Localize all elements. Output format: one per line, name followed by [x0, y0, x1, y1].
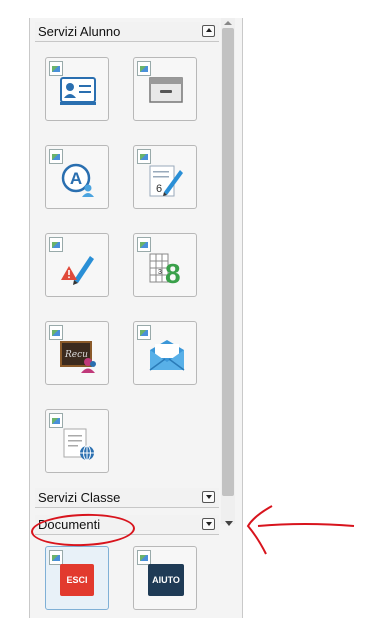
drawer-icon	[149, 77, 183, 103]
svg-text:6: 6	[156, 183, 162, 195]
help-label: AIUTO	[148, 564, 184, 596]
user-a-icon: A	[61, 163, 94, 197]
collapse-icon[interactable]	[202, 25, 215, 37]
tile-note[interactable]	[45, 233, 109, 297]
tile-pagella[interactable]: 3 8	[133, 233, 197, 297]
grade-pencil-icon: 6	[149, 165, 183, 197]
tile-voti[interactable]: 6	[133, 145, 197, 209]
svg-text:A: A	[70, 169, 82, 188]
warning-pencil-icon	[61, 256, 94, 285]
section-header-servizi-classe[interactable]: Servizi Classe	[35, 488, 219, 508]
scroll-up-arrow-icon[interactable]	[224, 21, 232, 25]
panel-scrollbar[interactable]	[221, 18, 235, 524]
recovery-board-icon: Recu	[60, 341, 96, 373]
tile-assenze[interactable]: A	[45, 145, 109, 209]
tile-anagrafica[interactable]	[45, 57, 109, 121]
tile-messaggi[interactable]	[133, 321, 197, 385]
svg-text:8: 8	[165, 258, 181, 286]
expand-icon[interactable]	[202, 491, 215, 503]
broken-image-icon	[137, 550, 151, 565]
section-label: Servizi Classe	[38, 490, 121, 505]
logout-button[interactable]: ESCI	[45, 546, 109, 610]
tile-recupero[interactable]: Recu	[45, 321, 109, 385]
document-globe-icon	[63, 428, 94, 461]
help-button[interactable]: AIUTO	[133, 546, 197, 610]
dropdown-arrow-icon[interactable]	[225, 521, 233, 526]
scroll-thumb[interactable]	[222, 28, 234, 496]
tile-web[interactable]	[45, 409, 109, 473]
broken-image-icon	[49, 550, 63, 565]
grid-8-icon: 3 8	[149, 253, 181, 286]
id-card-icon	[60, 77, 96, 105]
svg-text:3: 3	[158, 269, 162, 276]
annotation-arrow-icon	[246, 505, 355, 555]
expand-icon[interactable]	[202, 518, 215, 530]
exit-label: ESCI	[60, 564, 94, 596]
section-label: Servizi Alunno	[38, 24, 121, 39]
section-header-servizi-alunno[interactable]: Servizi Alunno	[35, 22, 219, 42]
svg-text:Recu: Recu	[64, 350, 88, 360]
envelope-icon	[149, 340, 185, 371]
tile-archivio[interactable]	[133, 57, 197, 121]
